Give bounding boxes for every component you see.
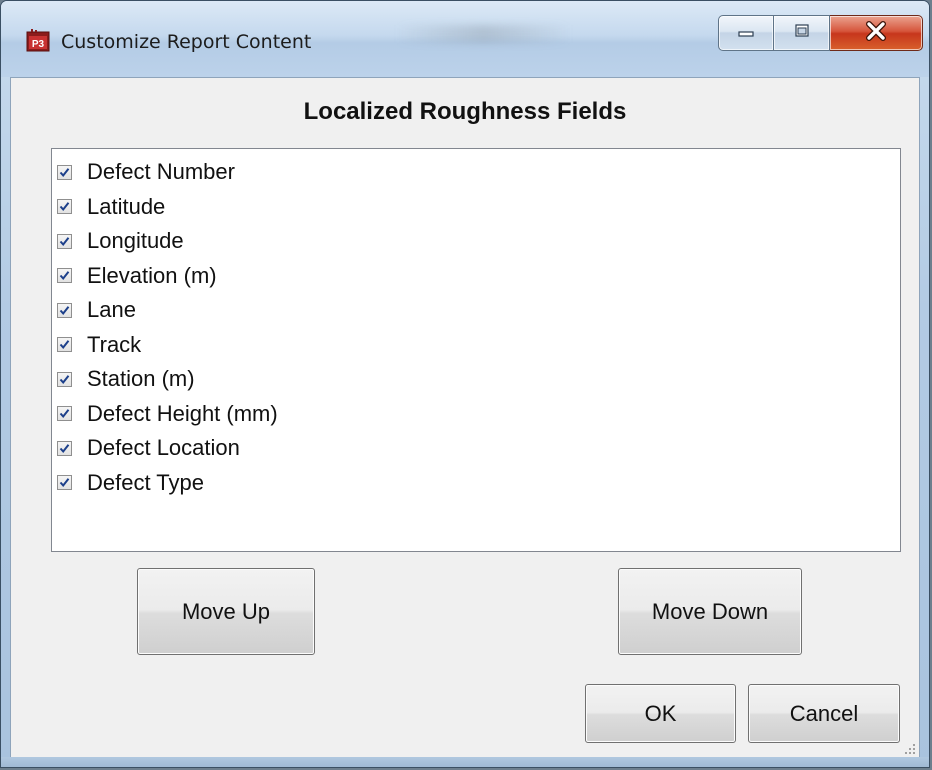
checkmark-icon [59, 202, 70, 212]
checkmark-icon [59, 167, 70, 177]
close-icon [863, 20, 889, 47]
list-item-defect-height[interactable]: Defect Height (mm) [52, 397, 900, 432]
checkmark-icon [59, 374, 70, 384]
p3-app-icon[interactable]: P3 [26, 29, 50, 53]
list-item-label: Defect Number [87, 159, 235, 185]
checkmark-icon [59, 236, 70, 246]
checkbox[interactable] [57, 371, 72, 387]
checkmark-icon [59, 340, 70, 350]
close-button[interactable] [830, 15, 923, 51]
dialog-window: P3 Customize Report Content Localized Ro… [0, 0, 930, 768]
window-controls [718, 15, 923, 53]
maximize-button[interactable] [774, 15, 830, 51]
checkmark-icon [59, 305, 70, 315]
list-item-defect-number[interactable]: Defect Number [52, 155, 900, 190]
checkmark-icon [59, 409, 70, 419]
list-item-label: Longitude [87, 228, 184, 254]
fields-checked-list[interactable]: Defect Number Latitude Longitude Elevati… [51, 148, 901, 552]
list-item-label: Lane [87, 297, 136, 323]
checkbox[interactable] [57, 199, 72, 215]
list-item-label: Latitude [87, 193, 166, 219]
checkmark-icon [59, 478, 70, 488]
minimize-button[interactable] [718, 15, 774, 51]
list-item-elevation[interactable]: Elevation (m) [52, 259, 900, 294]
cancel-button[interactable]: Cancel [748, 684, 900, 743]
list-item-latitude[interactable]: Latitude [52, 190, 900, 225]
ok-button[interactable]: OK [585, 684, 736, 743]
list-item-defect-type[interactable]: Defect Type [52, 466, 900, 501]
checkbox[interactable] [57, 337, 72, 353]
list-item-label: Track [87, 331, 142, 357]
checkmark-icon [59, 443, 70, 453]
checkbox[interactable] [57, 164, 72, 180]
move-down-button[interactable]: Move Down [618, 568, 802, 655]
checkbox[interactable] [57, 475, 72, 491]
checkbox[interactable] [57, 302, 72, 318]
fields-heading: Localized Roughness Fields [303, 98, 627, 125]
list-item-label: Defect Type [87, 469, 204, 495]
maximize-icon [792, 22, 812, 45]
list-item-label: Elevation (m) [87, 262, 217, 288]
list-item-station[interactable]: Station (m) [52, 362, 900, 397]
checkbox[interactable] [57, 440, 72, 456]
window-title: Customize Report Content [61, 31, 312, 53]
list-item-label: Station (m) [87, 366, 195, 392]
svg-text:P3: P3 [32, 39, 45, 50]
move-up-button[interactable]: Move Up [137, 568, 315, 655]
list-item-defect-location[interactable]: Defect Location [52, 431, 900, 466]
minimize-icon [736, 23, 756, 44]
background-window-title [396, 25, 571, 43]
dialog-client-area: Localized Roughness Fields Defect Number… [10, 77, 920, 759]
checkbox[interactable] [57, 406, 72, 422]
checkmark-icon [59, 271, 70, 281]
list-item-lane[interactable]: Lane [52, 293, 900, 328]
checkbox[interactable] [57, 233, 72, 249]
title-bar[interactable]: P3 Customize Report Content [1, 1, 929, 77]
list-item-label: Defect Height (mm) [87, 400, 278, 426]
checkbox[interactable] [57, 268, 72, 284]
window-bottom-border [1, 757, 929, 767]
resize-grip-icon[interactable] [902, 741, 916, 755]
list-item-longitude[interactable]: Longitude [52, 224, 900, 259]
list-item-track[interactable]: Track [52, 328, 900, 363]
list-item-label: Defect Location [87, 435, 240, 461]
